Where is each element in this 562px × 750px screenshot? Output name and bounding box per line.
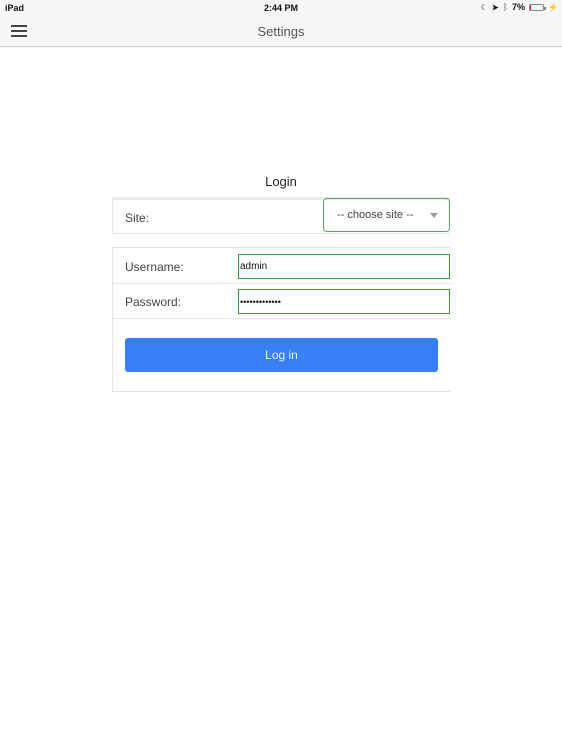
username-row: Username: [113,248,451,284]
charging-bolt-icon: ⚡ [548,2,558,12]
login-title: Login [265,174,297,189]
credentials-panel: Username: Password: Log in [112,247,451,392]
site-label: Site: [125,211,150,225]
status-icons: ☾ ➤ ᛒ 7% ⚡ [481,2,558,12]
site-panel: Site: -- choose site -- [112,197,450,234]
bluetooth-icon: ᛒ [502,2,509,12]
login-button[interactable]: Log in [125,338,438,372]
location-arrow-icon: ➤ [491,2,499,12]
password-label: Password: [125,295,182,309]
username-input[interactable] [238,254,450,279]
password-row: Password: [113,283,451,319]
page-title: Settings [257,24,305,39]
nav-bar: Settings [0,16,562,47]
site-select-value: -- choose site -- [337,209,414,221]
battery-percent: 7% [512,2,526,12]
chevron-down-icon [430,213,438,218]
username-label: Username: [125,260,184,274]
status-time: 2:44 PM [263,3,298,13]
moon-icon: ☾ [480,2,488,12]
site-select[interactable]: -- choose site -- [323,198,450,232]
password-input[interactable] [238,289,450,314]
battery-icon [529,3,547,11]
status-bar: iPad 2:44 PM ☾ ➤ ᛒ 7% ⚡ [0,0,562,16]
